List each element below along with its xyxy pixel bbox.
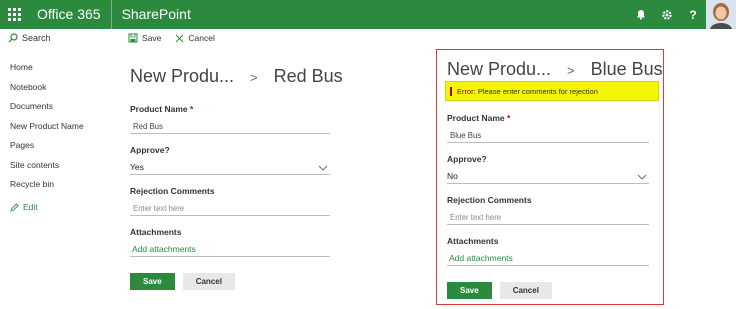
breadcrumb-list[interactable]: New Produ... (130, 66, 234, 90)
left-nav: Home Notebook Documents New Product Name… (10, 61, 84, 217)
cmd-cancel-button[interactable]: Cancel (175, 33, 215, 43)
nav-item-recycle-bin[interactable]: Recycle bin (10, 178, 84, 198)
close-icon (176, 34, 184, 42)
breadcrumb-item: Blue Bus (590, 59, 663, 79)
rejection-comments-label: Rejection Comments (447, 195, 532, 205)
product-name-label-text: Product Name (447, 113, 505, 123)
rejection-comments-label: Rejection Comments (130, 186, 215, 196)
attachments-label: Attachments (447, 236, 499, 246)
search-icon (8, 33, 18, 43)
cmd-save-button[interactable]: Save (128, 33, 161, 43)
save-icon (128, 33, 138, 43)
rejection-comments-field[interactable]: Enter text here (130, 201, 330, 216)
approve-value: Yes (130, 162, 144, 172)
save-button[interactable]: Save (447, 282, 492, 299)
save-button[interactable]: Save (130, 273, 175, 290)
required-mark: * (507, 113, 511, 123)
approve-dropdown[interactable]: No (447, 169, 649, 184)
error-message: Error: Please enter comments for rejecti… (445, 81, 659, 101)
error-message-text: Error: Please enter comments for rejecti… (450, 86, 598, 96)
error-text: Please enter comments for rejection (477, 86, 598, 96)
add-attachments-link[interactable]: Add attachments (447, 251, 649, 266)
product-name-label: Product Name * (130, 104, 330, 114)
nav-item-notebook[interactable]: Notebook (10, 81, 84, 101)
breadcrumb-separator: > (250, 70, 258, 85)
bell-icon[interactable] (628, 0, 654, 29)
product-name-label: Product Name * (447, 113, 649, 123)
error-label: Error: (457, 86, 476, 96)
chevron-down-icon (637, 174, 647, 180)
required-mark: * (190, 104, 194, 114)
product-name-label-text: Product Name (130, 104, 188, 114)
pencil-icon (10, 203, 19, 212)
approve-value: No (447, 171, 458, 181)
avatar[interactable] (706, 0, 736, 29)
add-attachments-link[interactable]: Add attachments (130, 242, 330, 257)
breadcrumb-list[interactable]: New Produ... (447, 59, 551, 83)
nav-item-pages[interactable]: Pages (10, 139, 84, 159)
nav-item-home[interactable]: Home (10, 61, 84, 81)
rejection-comments-field[interactable]: Enter text here (447, 210, 649, 225)
search-label: Search (22, 33, 51, 43)
attachments-label: Attachments (130, 227, 182, 237)
nav-item-documents[interactable]: Documents (10, 100, 84, 120)
page-title: New Produ... > Blue Bus (447, 59, 663, 83)
page-title: New Produ... > Red Bus (130, 66, 343, 90)
gear-icon[interactable] (654, 0, 680, 29)
product-name-field[interactable]: Red Bus (130, 119, 330, 134)
command-bar: Save Cancel (128, 33, 215, 43)
form-red-bus: New Produ... > Red Bus Product Name * Re… (130, 66, 343, 290)
approve-label: Approve? (130, 145, 170, 155)
approve-label: Approve? (447, 154, 487, 164)
chevron-down-icon (318, 165, 328, 171)
suite-bar: Office 365 SharePoint ? (0, 0, 736, 29)
cmd-save-label: Save (142, 33, 162, 43)
cancel-button[interactable]: Cancel (499, 282, 552, 299)
product-name-field[interactable]: Blue Bus (447, 128, 649, 143)
nav-item-site-contents[interactable]: Site contents (10, 159, 84, 179)
app-name[interactable]: Office 365 (29, 0, 112, 29)
search-box[interactable]: Search (8, 33, 51, 43)
breadcrumb-item: Red Bus (273, 66, 343, 86)
help-icon[interactable]: ? (680, 0, 706, 29)
nav-edit-link[interactable]: Edit (10, 198, 84, 218)
breadcrumb-separator: > (567, 63, 575, 78)
cmd-cancel-label: Cancel (188, 33, 215, 43)
site-name[interactable]: SharePoint (112, 0, 191, 29)
waffle-icon[interactable] (0, 0, 29, 29)
nav-item-new-product-name[interactable]: New Product Name (10, 120, 84, 140)
cancel-button[interactable]: Cancel (182, 273, 235, 290)
approve-dropdown[interactable]: Yes (130, 160, 330, 175)
edit-label: Edit (23, 202, 38, 213)
